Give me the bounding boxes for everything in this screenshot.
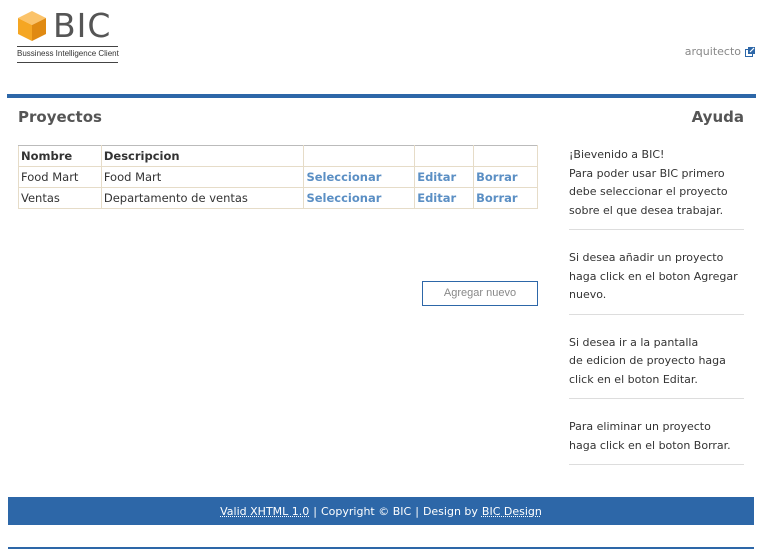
cell-edit: Editar: [414, 166, 475, 188]
edit-link[interactable]: Editar: [417, 170, 456, 184]
help-block-add: Si desea añadir un proyecto haga click e…: [569, 249, 744, 315]
table-row: Food Mart Food Mart Seleccionar Editar B…: [18, 166, 538, 188]
design-credit-link[interactable]: BIC Design: [482, 505, 542, 518]
logo-divider: [17, 46, 118, 47]
table-header-row: Nombre Descripcion: [18, 145, 538, 167]
col-header-edit: [414, 145, 475, 167]
help-text: Si desea ir a la pantalla: [569, 335, 699, 349]
help-text: nuevo.: [569, 288, 607, 301]
help-text: sobre el que desea trabajar.: [569, 203, 724, 217]
projects-title: Proyectos: [18, 108, 102, 126]
top-divider: [7, 94, 756, 98]
user-link[interactable]: arquitecto: [685, 45, 755, 58]
help-text: haga click en el boton Agregar: [569, 269, 738, 283]
col-header-delete: [473, 145, 538, 167]
add-new-button[interactable]: Agregar nuevo: [422, 281, 538, 306]
user-name[interactable]: arquitecto: [685, 45, 741, 58]
help-panel: ¡Bievenido a BIC! Para poder usar BIC pr…: [569, 146, 744, 484]
cell-description: Food Mart: [100, 166, 305, 188]
external-link-icon[interactable]: [745, 46, 755, 57]
logo-subtitle: Bussiness Intelligence Client: [17, 49, 119, 58]
help-text: Para poder usar BIC primero: [569, 166, 725, 180]
help-text: click en el boton Editar.: [569, 372, 698, 386]
cell-select: Seleccionar: [303, 166, 416, 188]
footer-copyright: Copyright © BIC: [321, 504, 412, 518]
cell-delete: Borrar: [473, 166, 538, 188]
projects-table: Nombre Descripcion Food Mart Food Mart S…: [18, 145, 538, 209]
cell-description: Departamento de ventas: [100, 187, 305, 209]
help-block-delete: Para eliminar un proyecto haga click en …: [569, 418, 744, 465]
logo-text: BIC: [53, 6, 112, 45]
footer: Valid XHTML 1.0 | Copyright © BIC | Desi…: [8, 497, 754, 525]
footer-design-by: Design by: [422, 504, 478, 518]
footer-separator: |: [415, 504, 419, 518]
help-text: debe seleccionar el proyecto: [569, 185, 728, 198]
bic-logo[interactable]: BIC Bussiness Intelligence Client: [17, 6, 119, 68]
header: BIC Bussiness Intelligence Client arquit…: [0, 0, 765, 96]
col-header-name: Nombre: [18, 145, 102, 167]
help-text: ¡Bievenido a BIC!: [569, 148, 665, 161]
col-header-description: Descripcion: [100, 145, 305, 167]
help-block-welcome: ¡Bievenido a BIC! Para poder usar BIC pr…: [569, 146, 744, 230]
delete-link[interactable]: Borrar: [476, 191, 517, 205]
footer-separator: |: [313, 504, 317, 518]
cell-select: Seleccionar: [303, 187, 416, 209]
select-link[interactable]: Seleccionar: [306, 170, 381, 184]
help-title: Ayuda: [691, 108, 744, 126]
help-text: de edicion de proyecto haga: [569, 354, 726, 367]
help-block-edit: Si desea ir a la pantalla de edicion de …: [569, 334, 744, 399]
bottom-divider: [8, 547, 754, 549]
edit-link[interactable]: Editar: [417, 191, 456, 205]
help-text: haga click en el boton Borrar.: [569, 438, 731, 452]
table-row: Ventas Departamento de ventas Selecciona…: [18, 187, 538, 209]
xhtml-valid-link[interactable]: Valid XHTML 1.0: [220, 505, 309, 518]
help-text: Para eliminar un proyecto: [569, 420, 711, 433]
cube-logo-icon: [18, 11, 46, 41]
cell-name: Ventas: [18, 187, 102, 209]
cell-delete: Borrar: [473, 187, 538, 209]
col-header-select: [303, 145, 416, 167]
help-text: Si desea añadir un proyecto: [569, 251, 724, 264]
logo-divider-bottom: [17, 62, 118, 63]
cell-name: Food Mart: [18, 166, 102, 188]
delete-link[interactable]: Borrar: [476, 170, 517, 184]
cell-edit: Editar: [414, 187, 475, 209]
select-link[interactable]: Seleccionar: [306, 191, 381, 205]
